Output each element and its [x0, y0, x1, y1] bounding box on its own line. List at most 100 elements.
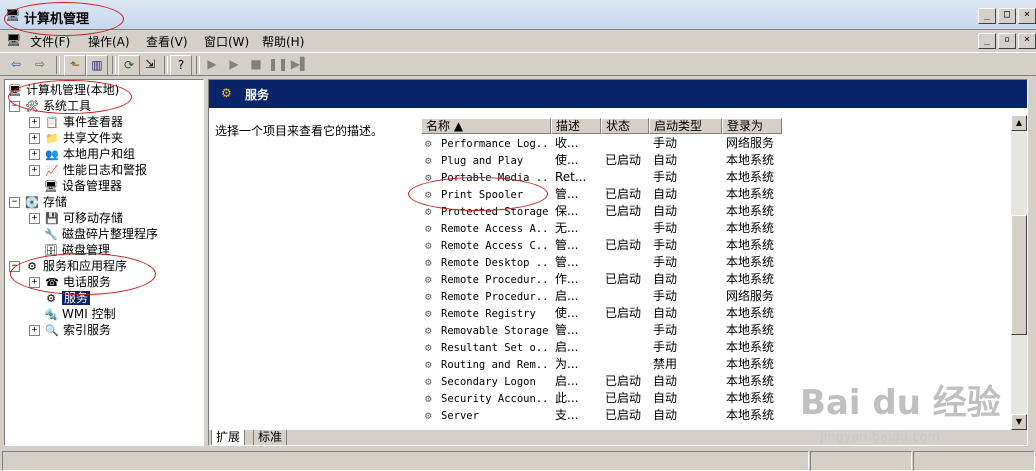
tree-services-apps[interactable]: − ⚙ 服务和应用程序 [9, 258, 127, 274]
tree-perf-logs[interactable]: + 📈 性能日志和警报 [29, 162, 147, 178]
tree-system-tools[interactable]: − 🛠 系统工具 [9, 98, 91, 114]
tree-removable-storage[interactable]: + 💾 可移动存储 [29, 210, 123, 226]
up-one-level-icon[interactable]: ⬑ [64, 55, 86, 76]
menu-bar: 🖥 文件(F) 操作(A) 查看(V) 窗口(W) 帮助(H) _ ▫ × [0, 30, 1036, 52]
table-row[interactable]: ⚙ Remote Procedur... 启... 手动 网络服务 [421, 288, 781, 305]
table-row[interactable]: ⚙ Remote Access A... 无... 手动 本地系统 [421, 220, 781, 237]
tree-services[interactable]: ⚙ 服务 [43, 290, 91, 306]
table-row[interactable]: ⚙ Remote Desktop ... 管... 手动 本地系统 [421, 254, 781, 271]
table-row[interactable]: ⚙ Secondary Logon 启... 已启动 自动 本地系统 [421, 373, 781, 390]
tree-event-viewer[interactable]: + 📋 事件查看器 [29, 114, 123, 130]
table-row[interactable]: ⚙ Plug and Play 使... 已启动 自动 本地系统 [421, 152, 781, 169]
menu-file[interactable]: 文件(F) [30, 33, 70, 50]
vertical-scrollbar[interactable]: ▲ ▼ [1011, 115, 1027, 430]
cell-text: 本地系统 [726, 323, 775, 337]
tab-extended[interactable]: 扩展 [211, 430, 246, 445]
expand-icon[interactable]: + [29, 133, 40, 144]
computer-management-icon: 🖥 [5, 8, 21, 22]
collapse-icon[interactable]: − [9, 197, 20, 208]
services-gear-icon: ⚙ [46, 292, 56, 305]
console-tree: 🖥 计算机管理(本地) − 🛠 系统工具 + 📋 事件查看器 + 📁 共享文件夹 + 👥 本地用户… [4, 79, 204, 446]
cell-text: 手动 [653, 136, 678, 150]
tree-telephony[interactable]: + ☎ 电话服务 [29, 274, 111, 290]
table-row[interactable]: ⚙ Security Accoun... 此... 已启动 自动 本地系统 [421, 390, 781, 407]
expand-icon[interactable]: + [29, 325, 40, 336]
expand-icon[interactable]: + [29, 117, 40, 128]
cell-text: 自动 [653, 306, 678, 320]
tree-defrag[interactable]: 🔧 磁盘碎片整理程序 [43, 226, 158, 242]
show-hide-tree-icon[interactable]: ▥ [86, 55, 108, 76]
cell-text: 本地系统 [726, 374, 775, 388]
service-log-on-as: 本地系统 [726, 305, 784, 322]
cell-text: 作... [555, 272, 579, 286]
cell-text: 本地系统 [726, 187, 775, 201]
child-restore-button[interactable]: ▫ [998, 33, 1016, 49]
cell-text: Remote Registry [441, 308, 536, 320]
table-row[interactable]: ⚙ Routing and Rem... 为... 禁用 本地系统 [421, 356, 781, 373]
table-row[interactable]: ⚙ Removable Storage 管... 手动 本地系统 [421, 322, 781, 339]
expand-icon[interactable]: + [29, 165, 40, 176]
restart-service-icon[interactable]: ▶▌ [290, 55, 310, 74]
tree-storage[interactable]: − 💽 存储 [9, 194, 67, 210]
expand-icon[interactable]: + [29, 213, 40, 224]
tree-indexing-service[interactable]: + 🔍 索引服务 [29, 322, 111, 338]
table-row[interactable]: ⚙ Remote Procedur... 作... 已启动 自动 本地系统 [421, 271, 781, 288]
menu-window[interactable]: 窗口(W) [204, 33, 249, 50]
column-startup-type[interactable]: 启动类型 [649, 118, 722, 134]
close-button[interactable]: × [1018, 8, 1036, 24]
service-startup-type: 自动 [653, 152, 722, 169]
child-minimize-button[interactable]: _ [978, 33, 996, 49]
table-row[interactable]: ⚙ Protected Storage 保... 已启动 自动 本地系统 [421, 203, 781, 220]
collapse-icon[interactable]: − [9, 261, 20, 272]
column-name[interactable]: 名称 ▲ [421, 118, 551, 134]
cell-text: 已启动 [605, 374, 642, 388]
start-service-alt-icon[interactable]: ▶ [224, 55, 244, 74]
menu-action[interactable]: 操作(A) [88, 33, 130, 50]
expand-icon[interactable]: + [29, 149, 40, 160]
table-row[interactable]: ⚙ Performance Log... 收... 手动 网络服务 [421, 135, 781, 152]
column-description[interactable]: 描述 [551, 118, 601, 134]
scroll-up-arrow-icon[interactable]: ▲ [1011, 115, 1027, 131]
table-row[interactable]: ⚙ Print Spooler 管... 已启动 自动 本地系统 [421, 186, 781, 203]
tree-device-manager[interactable]: 🖥 设备管理器 [43, 178, 122, 194]
child-close-button[interactable]: × [1018, 33, 1036, 49]
column-status[interactable]: 状态 [601, 118, 649, 134]
tree-local-users[interactable]: + 👥 本地用户和组 [29, 146, 135, 162]
cell-text: 网络服务 [726, 289, 775, 303]
scroll-thumb[interactable] [1011, 215, 1027, 335]
table-row[interactable]: ⚙ Remote Access C... 管... 已启动 手动 本地系统 [421, 237, 781, 254]
cell-text: 自动 [653, 187, 678, 201]
menu-help[interactable]: 帮助(H) [262, 33, 304, 50]
export-list-icon[interactable]: ⇲ [140, 55, 160, 74]
cell-text: 管... [555, 238, 579, 252]
collapse-icon[interactable]: − [9, 101, 20, 112]
minimize-button[interactable]: _ [978, 8, 996, 24]
cell-text: 手动 [653, 323, 678, 337]
stop-service-icon[interactable]: ■ [246, 55, 266, 74]
table-row[interactable]: ⚙ Remote Registry 使... 已启动 自动 本地系统 [421, 305, 781, 322]
service-startup-type: 自动 [653, 186, 722, 203]
refresh-icon[interactable]: ⟳ [118, 55, 140, 76]
back-icon[interactable]: ⇦ [6, 55, 26, 74]
table-row[interactable]: ⚙ Portable Media ... Ret... 手动 本地系统 [421, 169, 781, 186]
tree-wmi-control[interactable]: 🔩 WMI 控制 [43, 306, 115, 322]
tree-shared-folders[interactable]: + 📁 共享文件夹 [29, 130, 123, 146]
table-row[interactable]: ⚙ Resultant Set o... 启... 手动 本地系统 [421, 339, 781, 356]
start-service-icon[interactable]: ▶ [202, 55, 222, 74]
tab-standard[interactable]: 标准 [253, 430, 288, 445]
cell-text: Security Accoun... [441, 393, 551, 405]
column-log-on-as[interactable]: 登录为 [722, 118, 782, 134]
pause-service-icon[interactable]: ❚❚ [268, 55, 288, 74]
menu-view[interactable]: 查看(V) [146, 33, 188, 50]
status-pane-2 [810, 451, 912, 471]
help-icon[interactable]: ? [170, 55, 192, 76]
expand-icon[interactable]: + [29, 277, 40, 288]
maximize-button[interactable]: □ [998, 8, 1016, 24]
cell-text: 已启动 [605, 391, 642, 405]
forward-icon[interactable]: ⇨ [30, 55, 50, 74]
scroll-down-arrow-icon[interactable]: ▼ [1011, 414, 1027, 430]
table-row[interactable]: ⚙ Server 支... 已启动 自动 本地系统 [421, 407, 781, 424]
cell-text: 本地系统 [726, 153, 775, 167]
tree-disk-management[interactable]: 🗄 磁盘管理 [43, 242, 110, 258]
tree-root[interactable]: 🖥 计算机管理(本地) [7, 82, 119, 98]
